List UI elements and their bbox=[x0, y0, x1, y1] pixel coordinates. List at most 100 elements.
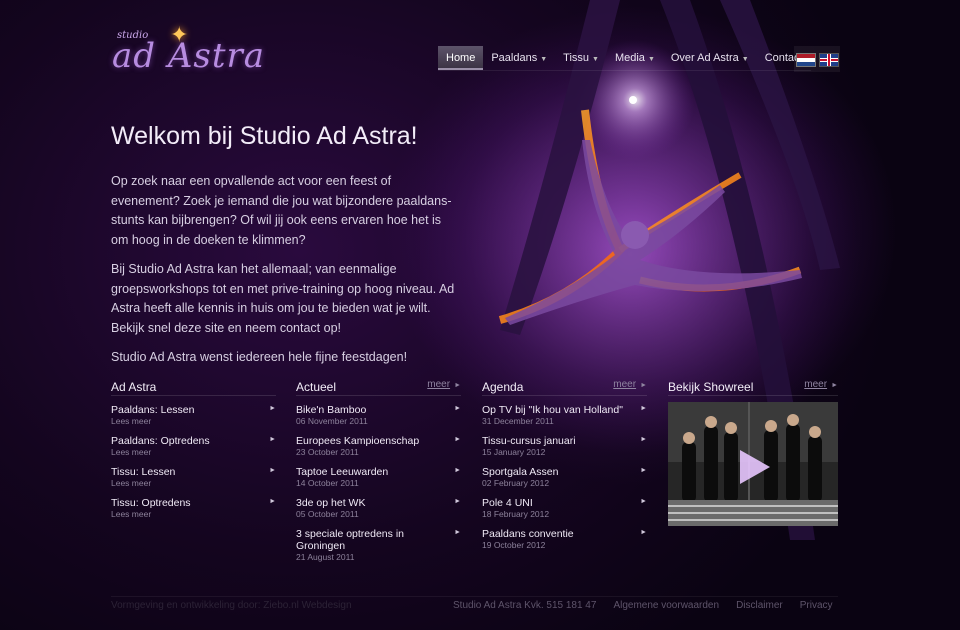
column-title: Ad Astra bbox=[111, 380, 157, 394]
read-more-link[interactable]: Lees meer bbox=[111, 447, 264, 458]
item-title: 3de op het WK bbox=[296, 497, 366, 509]
more-link[interactable]: meer ► bbox=[613, 379, 647, 390]
item-title: 3 speciale optredens in Groningen bbox=[296, 528, 404, 552]
item-title: Bike'n Bamboo bbox=[296, 404, 367, 416]
item-date: 15 January 2012 bbox=[482, 447, 546, 457]
list-item[interactable]: Pole 4 UNI 18 February 2012 ► bbox=[482, 497, 647, 520]
item-date: 21 August 2011 bbox=[296, 552, 355, 562]
nav-over-ad-astra[interactable]: Over Ad Astra ▼ bbox=[663, 46, 757, 70]
arrow-right-icon: ► bbox=[454, 436, 461, 443]
item-title: Paaldans: Lessen bbox=[111, 404, 195, 416]
arrow-right-icon: ► bbox=[640, 529, 647, 536]
item-date: 18 February 2012 bbox=[482, 509, 550, 519]
column-title: Agenda bbox=[482, 380, 524, 394]
intro-text: Op zoek naar een opvallende act voor een… bbox=[111, 172, 456, 378]
list-item[interactable]: Paaldans: Lessen Lees meer ► bbox=[111, 404, 276, 427]
more-label: meer bbox=[427, 379, 451, 390]
list-item[interactable]: Bike'n Bamboo 06 November 2011 ► bbox=[296, 404, 461, 427]
footer-links: Studio Ad Astra Kvk. 515 181 47 Algemene… bbox=[453, 600, 833, 611]
intro-paragraph: Op zoek naar een opvallende act voor een… bbox=[111, 174, 452, 247]
column-header: Agenda meer ► bbox=[482, 378, 647, 396]
arrow-right-icon: ► bbox=[269, 405, 276, 412]
nav-tissu[interactable]: Tissu ▼ bbox=[555, 46, 607, 70]
agenda-column: Agenda meer ► Op TV bij "Ik hou van Holla… bbox=[482, 378, 647, 559]
chevron-down-icon: ▼ bbox=[647, 56, 655, 63]
more-label: meer bbox=[613, 379, 637, 390]
item-title: Tissu: Optredens bbox=[111, 497, 191, 509]
list-item[interactable]: Tissu-cursus januari 15 January 2012 ► bbox=[482, 435, 647, 458]
read-more-link[interactable]: Lees meer bbox=[111, 478, 264, 489]
ad-astra-column: Ad Astra Paaldans: Lessen Lees meer ► Paal… bbox=[111, 378, 276, 528]
item-title: Pole 4 UNI bbox=[482, 497, 533, 509]
list-item[interactable]: Europees Kampioenschap 23 October 2011 ► bbox=[296, 435, 461, 458]
arrow-right-icon: ► bbox=[454, 529, 461, 536]
logo-text: ad Astra bbox=[112, 36, 266, 76]
chevron-down-icon: ▼ bbox=[741, 56, 749, 63]
footer-divider bbox=[111, 596, 838, 597]
list-item[interactable]: 3de op het WK 05 October 2011 ► bbox=[296, 497, 461, 520]
item-title: Op TV bij "Ik hou van Holland" bbox=[482, 404, 623, 416]
uk-flag-icon[interactable] bbox=[819, 53, 839, 67]
arrow-right-icon: ► bbox=[454, 467, 461, 474]
main-nav: Home Paaldans ▼ Tissu ▼ Media ▼ Over Ad Ast… bbox=[438, 46, 811, 71]
arrow-right-icon: ► bbox=[831, 382, 838, 389]
item-date: 31 December 2011 bbox=[482, 416, 554, 426]
nl-flag-icon[interactable] bbox=[796, 53, 816, 67]
intro-paragraph: Bij Studio Ad Astra kan het allemaal; va… bbox=[111, 262, 455, 335]
list-item[interactable]: Tissu: Optredens Lees meer ► bbox=[111, 497, 276, 520]
item-title: Paaldans conventie bbox=[482, 528, 574, 540]
page-title: Welkom bij Studio Ad Astra! bbox=[111, 122, 418, 150]
column-header: Ad Astra bbox=[111, 378, 276, 396]
arrow-right-icon: ► bbox=[640, 405, 647, 412]
arrow-right-icon: ► bbox=[454, 382, 461, 389]
nav-label: Paaldans bbox=[491, 52, 538, 64]
showreel-video-thumbnail[interactable] bbox=[668, 402, 838, 526]
footer-link-terms[interactable]: Algemene voorwaarden bbox=[613, 600, 719, 611]
arrow-right-icon: ► bbox=[640, 382, 647, 389]
more-link[interactable]: meer ► bbox=[427, 379, 461, 390]
item-title: Taptoe Leeuwarden bbox=[296, 466, 389, 478]
nav-label: Media bbox=[614, 52, 645, 64]
read-more-link[interactable]: Lees meer bbox=[111, 509, 264, 520]
news-list: Bike'n Bamboo 06 November 2011 ► Europees … bbox=[296, 404, 461, 563]
arrow-right-icon: ► bbox=[269, 498, 276, 505]
list-item[interactable]: Taptoe Leeuwarden 14 October 2011 ► bbox=[296, 466, 461, 489]
footer-link-privacy[interactable]: Privacy bbox=[800, 600, 833, 611]
showreel-column: Bekijk Showreel meer ► bbox=[668, 378, 838, 396]
arrow-right-icon: ► bbox=[269, 467, 276, 474]
footer-kvk: Studio Ad Astra Kvk. 515 181 47 bbox=[453, 600, 597, 611]
item-title: Sportgala Assen bbox=[482, 466, 559, 478]
nav-home[interactable]: Home bbox=[438, 46, 484, 70]
more-link[interactable]: meer ► bbox=[804, 379, 838, 390]
item-date: 14 October 2011 bbox=[296, 478, 359, 488]
column-header: Actueel meer ► bbox=[296, 378, 461, 396]
arrow-right-icon: ► bbox=[269, 436, 276, 443]
arrow-right-icon: ► bbox=[640, 436, 647, 443]
item-date: 19 October 2012 bbox=[482, 540, 546, 550]
chevron-down-icon: ▼ bbox=[540, 56, 548, 63]
list-item[interactable]: 3 speciale optredens in Groningen 21 Augu… bbox=[296, 528, 461, 563]
actueel-column: Actueel meer ► Bike'n Bamboo 06 November 2… bbox=[296, 378, 461, 571]
read-more-link[interactable]: Lees meer bbox=[111, 416, 264, 427]
nav-label: Over Ad Astra bbox=[670, 52, 739, 64]
list-item[interactable]: Tissu: Lessen Lees meer ► bbox=[111, 466, 276, 489]
list-item[interactable]: Op TV bij "Ik hou van Holland" 31 Decembe… bbox=[482, 404, 647, 427]
holiday-message: Studio Ad Astra wenst iedereen hele fijn… bbox=[111, 350, 408, 364]
nav-label: Tissu bbox=[563, 52, 590, 64]
nav-media[interactable]: Media ▼ bbox=[607, 46, 663, 70]
list-item[interactable]: Paaldans conventie 19 October 2012 ► bbox=[482, 528, 647, 551]
item-title: Paaldans: Optredens bbox=[111, 435, 210, 447]
showreel-image bbox=[668, 402, 838, 526]
footer-credit[interactable]: Vormgeving en ontwikkeling door: Ziebo.n… bbox=[111, 600, 352, 611]
chevron-down-icon: ▼ bbox=[592, 56, 599, 63]
nav-paaldans[interactable]: Paaldans ▼ bbox=[483, 46, 555, 70]
column-header: Bekijk Showreel meer ► bbox=[668, 378, 838, 396]
list-item[interactable]: Paaldans: Optredens Lees meer ► bbox=[111, 435, 276, 458]
arrow-right-icon: ► bbox=[454, 405, 461, 412]
footer-link-disclaimer[interactable]: Disclaimer bbox=[736, 600, 783, 611]
studio-ad-astra-logo[interactable]: studio ✦ ad Astra bbox=[112, 22, 272, 77]
list-item[interactable]: Sportgala Assen 02 February 2012 ► bbox=[482, 466, 647, 489]
column-title: Bekijk Showreel bbox=[668, 380, 754, 394]
arrow-right-icon: ► bbox=[640, 498, 647, 505]
column-title: Actueel bbox=[296, 380, 337, 394]
